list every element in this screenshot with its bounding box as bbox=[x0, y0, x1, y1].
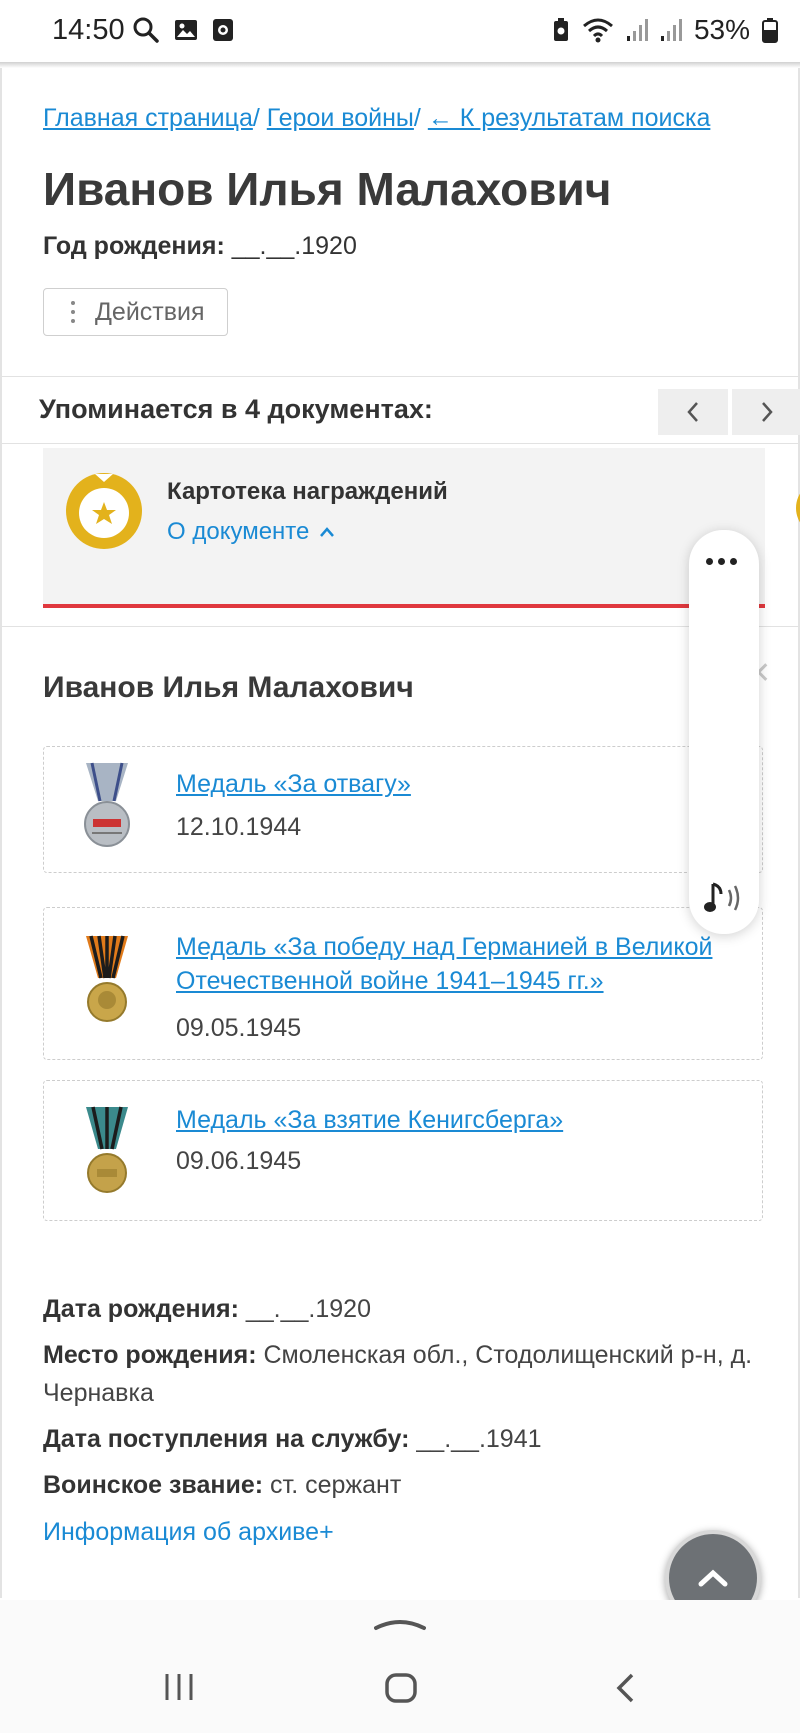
signal-icon bbox=[660, 19, 682, 41]
signal-icon bbox=[626, 19, 648, 41]
chevron-up-icon bbox=[698, 1569, 728, 1587]
birth-place-label: Место рождения: bbox=[43, 1341, 257, 1369]
birth-year-value: __.__.1920 bbox=[231, 232, 357, 260]
award-link[interactable]: Медаль «За взятие Кенигсберга» bbox=[176, 1103, 736, 1137]
birth-date-value: __.__.1920 bbox=[245, 1295, 371, 1323]
service-date-value: __.__.1941 bbox=[416, 1425, 542, 1453]
award-link[interactable]: Медаль «За победу над Германией в Велико… bbox=[176, 930, 736, 998]
divider bbox=[2, 376, 798, 377]
documents-prev-button[interactable] bbox=[658, 389, 728, 435]
mentions-heading: Упоминается в 4 документах: bbox=[39, 394, 433, 424]
chevron-right-icon bbox=[762, 402, 773, 422]
birth-year-label: Год рождения: bbox=[43, 232, 225, 260]
divider bbox=[2, 443, 798, 444]
clock: 14:50 bbox=[52, 14, 125, 46]
service-date-label: Дата поступления на службу: bbox=[43, 1425, 410, 1453]
chevron-left-icon bbox=[687, 402, 698, 422]
floating-tools-panel bbox=[689, 530, 759, 934]
rank-row: Воинское звание: ст. сержант bbox=[43, 1466, 763, 1504]
birth-date-row: Дата рождения: __.__.1920 bbox=[43, 1290, 763, 1328]
hero-page: Главная страница/ Герои войны/ ← К резул… bbox=[0, 68, 800, 1626]
next-document-emblem-icon bbox=[796, 493, 800, 523]
screen-record-icon bbox=[213, 19, 233, 41]
award-card: Медаль «За победу над Германией в Велико… bbox=[43, 907, 763, 1060]
actions-button-label: Действия bbox=[95, 297, 205, 326]
system-navigation-bar bbox=[0, 1600, 800, 1733]
home-icon[interactable] bbox=[384, 1672, 418, 1704]
page-title: Иванов Илья Малахович bbox=[43, 163, 612, 215]
breadcrumb-heroes-link[interactable]: Герои войны bbox=[267, 104, 414, 132]
about-document-label: О документе bbox=[167, 518, 310, 545]
breadcrumb-separator: / bbox=[252, 104, 260, 132]
award-date: 12.10.1944 bbox=[176, 813, 302, 841]
kebab-menu-icon bbox=[71, 301, 75, 323]
medal-victory-over-germany-icon bbox=[86, 935, 128, 1022]
gallery-icon bbox=[175, 20, 197, 40]
wifi-icon bbox=[582, 18, 613, 43]
read-aloud-icon[interactable] bbox=[703, 880, 747, 916]
breadcrumb-separator: / bbox=[413, 104, 421, 132]
divider bbox=[2, 626, 800, 627]
service-date-row: Дата поступления на службу: __.__.1941 bbox=[43, 1420, 763, 1458]
award-link[interactable]: Медаль «За отвагу» bbox=[176, 767, 736, 801]
rank-value: ст. сержант bbox=[270, 1471, 402, 1499]
back-icon[interactable] bbox=[614, 1672, 636, 1704]
status-bar-right-icons: 53% bbox=[552, 14, 778, 46]
award-card: Медаль «За отвагу» 12.10.1944 bbox=[43, 746, 763, 873]
battery-icon bbox=[762, 18, 778, 43]
medal-capture-of-konigsberg-icon bbox=[86, 1106, 128, 1193]
more-options-icon[interactable] bbox=[706, 558, 737, 565]
back-to-results-link[interactable]: ← К результатам поиска bbox=[428, 104, 711, 132]
status-bar: 14:50 53% bbox=[0, 0, 800, 62]
award-document-icon bbox=[66, 473, 142, 549]
award-date: 09.06.1945 bbox=[176, 1147, 302, 1175]
about-document-toggle[interactable]: О документе bbox=[167, 518, 335, 546]
medal-for-courage-icon bbox=[84, 762, 130, 847]
record-name: Иванов Илья Малахович bbox=[43, 671, 414, 704]
breadcrumb-home-link[interactable]: Главная страница bbox=[43, 104, 253, 132]
document-title: Картотека награждений bbox=[167, 478, 448, 505]
award-date: 09.05.1945 bbox=[176, 1014, 302, 1042]
documents-next-button[interactable] bbox=[732, 389, 800, 435]
status-bar-left-icons bbox=[132, 16, 234, 44]
breadcrumb: Главная страница/ Герои войны/ ← К резул… bbox=[43, 104, 710, 133]
birth-date-label: Дата рождения: bbox=[43, 1295, 239, 1323]
birth-place-row: Место рождения: Смоленская обл., Стодоли… bbox=[43, 1336, 763, 1412]
battery-saver-icon bbox=[553, 18, 568, 41]
battery-percent: 53% bbox=[693, 14, 750, 45]
archive-info-link[interactable]: Информация об архиве+ bbox=[43, 1518, 334, 1547]
actions-button[interactable]: Действия bbox=[43, 288, 228, 336]
search-icon bbox=[133, 17, 159, 43]
document-card[interactable]: Картотека награждений О документе bbox=[43, 448, 765, 608]
chevron-up-icon bbox=[320, 527, 335, 537]
birth-year: Год рождения: __.__.1920 bbox=[43, 232, 357, 261]
award-card: Медаль «За взятие Кенигсберга» 09.06.194… bbox=[43, 1080, 763, 1221]
recent-apps-icon[interactable] bbox=[163, 1672, 195, 1702]
expand-handle-icon[interactable] bbox=[374, 1614, 426, 1634]
rank-label: Воинское звание: bbox=[43, 1471, 264, 1499]
